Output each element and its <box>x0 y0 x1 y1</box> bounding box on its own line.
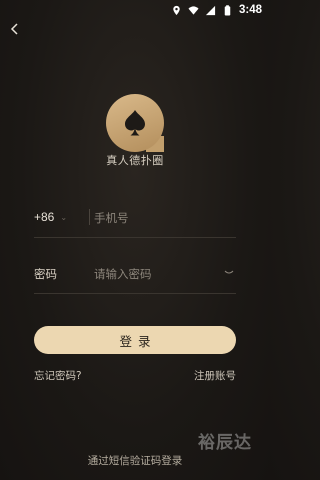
phone-row: +86 ⌄ <box>34 198 236 238</box>
phone-underline <box>34 237 236 238</box>
battery-icon <box>224 4 231 16</box>
country-code-selector[interactable]: +86 ⌄ <box>34 210 67 224</box>
field-divider <box>89 209 90 225</box>
wifi-icon <box>188 5 199 15</box>
register-link[interactable]: 注册账号 <box>194 368 236 383</box>
eye-closed-icon[interactable] <box>224 269 234 277</box>
location-icon <box>173 5 180 15</box>
password-underline <box>34 293 236 294</box>
back-button[interactable] <box>6 21 22 37</box>
signal-icon <box>205 5 216 15</box>
forgot-password-link[interactable]: 忘记密码? <box>34 368 82 383</box>
status-bar: 3:48 <box>0 0 270 20</box>
status-time: 3:48 <box>238 4 262 16</box>
sms-login-link[interactable]: 通过短信验证码登录 <box>0 453 270 468</box>
app-logo <box>106 94 164 152</box>
password-label: 密码 <box>34 267 57 281</box>
back-arrow-icon <box>10 23 18 35</box>
password-row: 密码 <box>34 254 236 294</box>
spade-icon <box>125 110 145 136</box>
country-code-value: +86 <box>34 210 55 224</box>
password-input[interactable] <box>94 264 214 284</box>
app-name: 真人德扑圈 <box>106 154 164 167</box>
login-button[interactable]: 登录 <box>34 326 236 354</box>
phone-input[interactable] <box>94 208 234 228</box>
watermark: 裕辰达 <box>198 433 252 453</box>
chevron-down-icon: ⌄ <box>60 212 68 222</box>
